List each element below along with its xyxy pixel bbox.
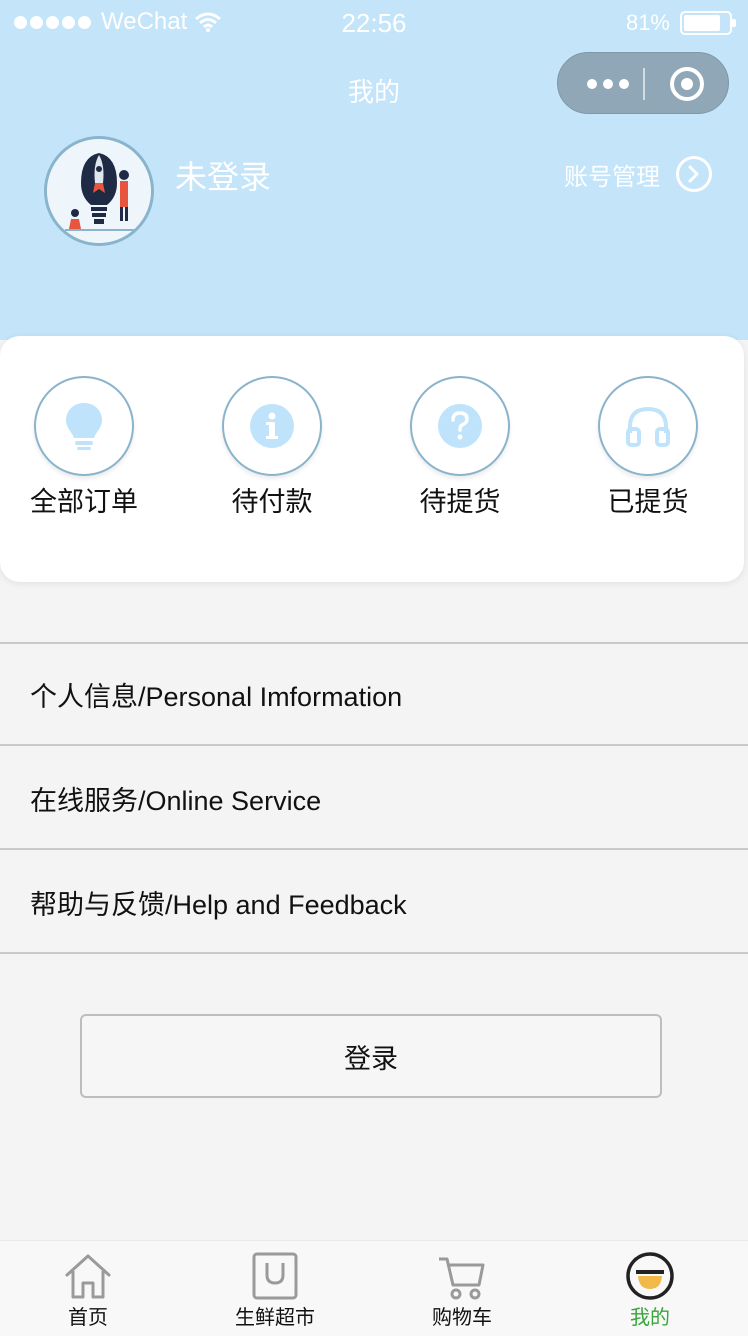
- order-all-label: 全部订单: [30, 487, 138, 517]
- profile-header: WeChat 22:56 81% 我的 未登录 账号管理: [0, 0, 748, 340]
- order-pending-pickup[interactable]: 待提货: [380, 376, 540, 519]
- menu-item-help-feedback[interactable]: 帮助与反馈/Help and Feedback: [0, 852, 748, 952]
- chevron-right-icon: [676, 156, 712, 192]
- battery-status: 81%: [625, 10, 736, 36]
- battery-icon: [680, 11, 736, 35]
- order-picked-up-label: 已提货: [607, 487, 689, 517]
- info-icon: [222, 376, 322, 476]
- menu-divider: [0, 952, 748, 954]
- username: 未登录: [175, 159, 272, 195]
- orders-card: 全部订单 待付款 待提货 已提货: [0, 336, 744, 582]
- order-pending-pickup-label: 待提货: [419, 487, 501, 517]
- tab-fresh-market-label: 生鲜超市: [235, 1307, 315, 1329]
- tab-home[interactable]: 首页: [13, 1251, 163, 1330]
- avatar-illustration: [47, 139, 151, 243]
- menu-item-online-service[interactable]: 在线服务/Online Service: [0, 748, 748, 848]
- cart-icon: [439, 1257, 485, 1300]
- profile-icon: [626, 1252, 674, 1300]
- tab-cart-label: 购物车: [432, 1307, 492, 1329]
- order-pending-payment-label: 待付款: [231, 487, 313, 517]
- home-icon: [65, 1254, 111, 1299]
- close-miniprogram-icon[interactable]: [670, 67, 704, 101]
- order-all[interactable]: 全部订单: [4, 376, 164, 519]
- account-management-label: 账号管理: [564, 163, 660, 191]
- tab-mine-label: 我的: [630, 1307, 670, 1329]
- order-pending-payment[interactable]: 待付款: [192, 376, 352, 519]
- tab-home-label: 首页: [68, 1307, 108, 1329]
- battery-percent: 81%: [625, 10, 670, 35]
- tab-bar: 首页 生鲜超市 购物车 我的: [0, 1240, 748, 1336]
- menu-divider: [0, 848, 748, 850]
- miniprogram-capsule: [557, 52, 729, 114]
- status-bar: WeChat 22:56 81%: [0, 0, 748, 48]
- tab-mine[interactable]: 我的: [575, 1251, 725, 1330]
- bag-icon: [252, 1252, 298, 1300]
- login-button[interactable]: 登录: [80, 1014, 662, 1098]
- bulb-icon: [34, 376, 134, 476]
- avatar[interactable]: [44, 136, 154, 246]
- more-options-icon[interactable]: [578, 53, 638, 115]
- order-picked-up[interactable]: 已提货: [568, 376, 728, 519]
- tab-cart[interactable]: 购物车: [387, 1251, 537, 1330]
- capsule-divider: [643, 68, 645, 100]
- question-icon: [410, 376, 510, 476]
- tab-fresh-market[interactable]: 生鲜超市: [200, 1251, 350, 1330]
- menu-divider: [0, 744, 748, 746]
- account-management-link[interactable]: 账号管理: [564, 156, 712, 192]
- headphones-icon: [598, 376, 698, 476]
- menu-item-personal-info[interactable]: 个人信息/Personal Imformation: [0, 644, 748, 744]
